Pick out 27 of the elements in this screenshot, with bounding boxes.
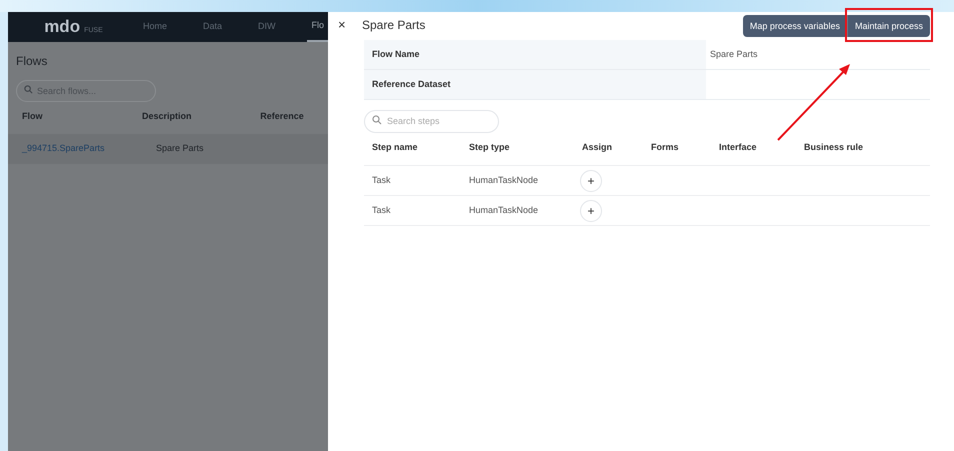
column-header: Step name xyxy=(371,141,419,154)
detail-label: Reference Dataset xyxy=(364,70,706,99)
panel-title: Spare Parts xyxy=(362,17,426,34)
table-cell-text: HumanTaskNode xyxy=(468,174,540,187)
column-header: Flow xyxy=(22,110,44,124)
column-header: Step type xyxy=(468,141,511,154)
table-cell-text: Task xyxy=(371,204,392,217)
assign-button[interactable]: + xyxy=(580,200,602,222)
page-title: Flows xyxy=(15,53,48,70)
action-button[interactable]: Maintain process xyxy=(848,15,930,38)
column-header: Interface xyxy=(718,141,758,154)
column-header: Assign xyxy=(581,141,614,154)
search-icon xyxy=(372,115,382,125)
table-cell-text: Task xyxy=(371,174,392,187)
column-header: Business rule xyxy=(803,141,864,154)
column-header: Reference xyxy=(260,110,305,124)
close-button[interactable]: × xyxy=(338,15,362,35)
detail-value: Spare Parts xyxy=(710,48,758,61)
column-header: Description xyxy=(142,110,193,124)
search-icon xyxy=(24,85,33,94)
assign-button[interactable]: + xyxy=(580,170,602,192)
column-header: Forms xyxy=(650,141,680,154)
table-cell-text: Spare Parts xyxy=(156,142,204,156)
detail-label: Flow Name xyxy=(364,40,706,69)
logo-text: mdo xyxy=(44,16,80,38)
table-cell-text: HumanTaskNode xyxy=(468,204,540,217)
action-button[interactable]: Map process variables xyxy=(742,15,848,38)
